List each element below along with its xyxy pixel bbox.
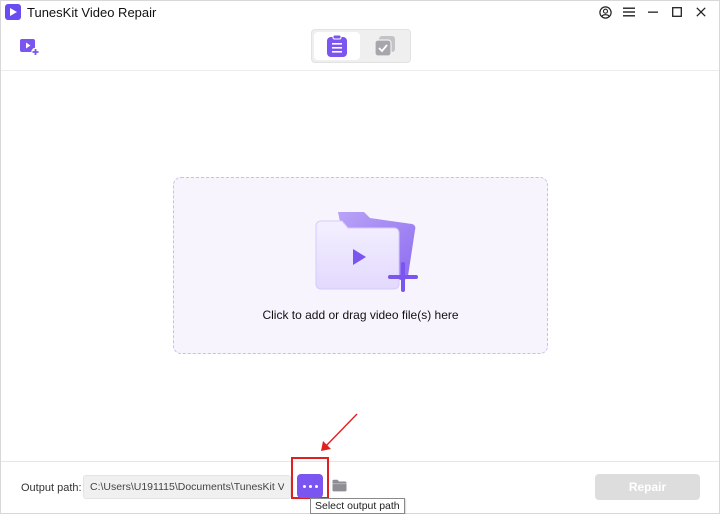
- close-icon: [696, 7, 706, 17]
- maximize-button[interactable]: [665, 3, 689, 21]
- user-circle-icon: [598, 5, 612, 19]
- tab-batch[interactable]: [362, 32, 408, 60]
- mode-toggle: [311, 29, 411, 63]
- drop-zone-instructions: Click to add or drag video file(s) here: [262, 308, 459, 322]
- clipboard-list-icon: [327, 34, 347, 57]
- repair-button[interactable]: Repair: [595, 474, 700, 500]
- tuneskit-logo-icon: [5, 4, 21, 20]
- title-bar: TunesKit Video Repair: [1, 1, 719, 23]
- add-video-icon: [20, 39, 40, 57]
- more-dots-icon: [302, 484, 306, 488]
- folder-icon: [332, 479, 347, 492]
- select-output-path-button[interactable]: [297, 474, 323, 498]
- open-output-folder-button[interactable]: [332, 479, 347, 492]
- tab-file-list[interactable]: [314, 32, 360, 60]
- minimize-button[interactable]: [641, 3, 665, 21]
- annotation-arrow-icon: [321, 413, 358, 451]
- maximize-icon: [672, 7, 682, 17]
- minimize-icon: [648, 11, 658, 13]
- stacked-squares-icon: [374, 36, 395, 57]
- window-controls: [593, 3, 713, 21]
- bottom-bar: Output path: Select output path Repair: [1, 457, 719, 514]
- output-path-field[interactable]: [83, 475, 291, 499]
- account-button[interactable]: [593, 3, 617, 21]
- window-title: TunesKit Video Repair: [27, 5, 157, 20]
- video-drop-zone[interactable]: Click to add or drag video file(s) here: [173, 177, 548, 354]
- hamburger-menu-icon: [623, 7, 635, 17]
- select-output-path-tooltip: Select output path: [310, 498, 405, 514]
- app-window: TunesKit Video Repair Click to add or dr…: [0, 0, 720, 514]
- folder-video-icon: [315, 212, 418, 292]
- add-video-button[interactable]: [19, 37, 41, 57]
- toolbar: [1, 23, 719, 71]
- output-path-label: Output path:: [21, 482, 82, 494]
- menu-button[interactable]: [617, 3, 641, 21]
- close-button[interactable]: [689, 3, 713, 21]
